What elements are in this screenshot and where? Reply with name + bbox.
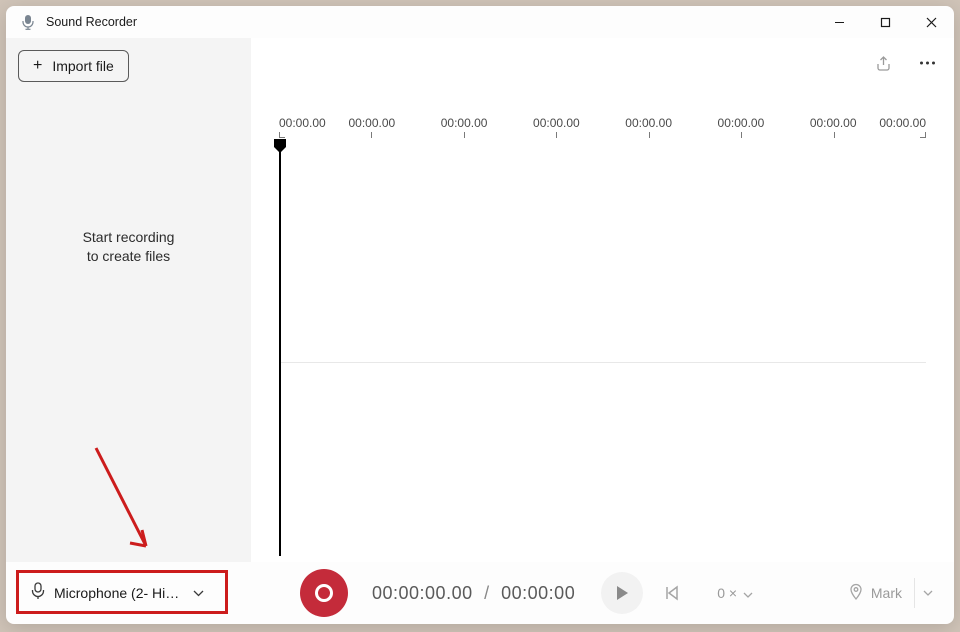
app-icon xyxy=(20,14,36,30)
microphone-label: Microphone (2- High... xyxy=(54,585,185,601)
main-area: 00:00.0000:00.0000:00.0000:00.0000:00.00… xyxy=(251,38,954,562)
empty-state-line2: to create files xyxy=(83,247,175,266)
bottombar: Microphone (2- High... 00:00:00.00 / 00:… xyxy=(6,562,954,624)
main-toolbar xyxy=(251,38,954,74)
location-pin-icon xyxy=(849,583,863,603)
ruler-tick: 00:00.00 xyxy=(603,116,695,130)
share-icon[interactable] xyxy=(874,54,892,72)
waveform-midline xyxy=(279,362,926,363)
waveform-area[interactable] xyxy=(279,162,926,562)
mark-label: Mark xyxy=(871,585,902,601)
playhead-handle-icon[interactable] xyxy=(273,138,287,154)
time-separator: / xyxy=(484,583,490,603)
microphone-selector[interactable]: Microphone (2- High... xyxy=(20,574,214,613)
plus-icon: + xyxy=(33,58,42,74)
timeline: 00:00.0000:00.0000:00.0000:00.0000:00.00… xyxy=(251,74,954,562)
titlebar: Sound Recorder xyxy=(6,6,954,38)
mark-dropdown-button[interactable] xyxy=(914,578,940,608)
chevron-down-icon xyxy=(743,585,753,601)
playback-speed-button[interactable]: 0 × xyxy=(717,585,753,601)
record-icon xyxy=(315,584,333,602)
ruler-tick: 00:00.00 xyxy=(510,116,602,130)
total-time: 00:00:00 xyxy=(501,583,575,603)
time-display: 00:00:00.00 / 00:00:00 xyxy=(372,583,575,604)
ruler-tick: 00:00.00 xyxy=(279,116,326,130)
minimize-button[interactable] xyxy=(816,6,862,38)
ruler-tick: 00:00.00 xyxy=(879,116,926,130)
app-title: Sound Recorder xyxy=(46,15,137,29)
chevron-down-icon xyxy=(193,584,204,602)
window-controls xyxy=(816,6,954,38)
ruler-tick: 00:00.00 xyxy=(418,116,510,130)
skip-back-button[interactable] xyxy=(655,572,689,614)
playhead[interactable] xyxy=(279,152,281,556)
record-button[interactable] xyxy=(300,569,348,617)
sidebar: + Import file Start recording to create … xyxy=(6,38,251,562)
empty-state: Start recording to create files xyxy=(6,82,251,562)
empty-state-line1: Start recording xyxy=(83,228,175,247)
mark-button[interactable]: Mark xyxy=(849,583,902,603)
close-button[interactable] xyxy=(908,6,954,38)
app-window: Sound Recorder + Import file Start recor… xyxy=(6,6,954,624)
elapsed-time: 00:00:00.00 xyxy=(372,583,473,603)
more-icon[interactable] xyxy=(918,54,936,72)
body: + Import file Start recording to create … xyxy=(6,38,954,562)
ruler: 00:00.0000:00.0000:00.0000:00.0000:00.00… xyxy=(279,116,926,142)
ruler-tick: 00:00.00 xyxy=(787,116,879,130)
microphone-icon xyxy=(30,582,46,605)
import-file-button[interactable]: + Import file xyxy=(18,50,129,82)
ruler-tick: 00:00.00 xyxy=(326,116,418,130)
speed-label: 0 × xyxy=(717,585,737,601)
import-file-label: Import file xyxy=(52,58,113,74)
ruler-tick: 00:00.00 xyxy=(695,116,787,130)
maximize-button[interactable] xyxy=(862,6,908,38)
play-button[interactable] xyxy=(601,572,643,614)
